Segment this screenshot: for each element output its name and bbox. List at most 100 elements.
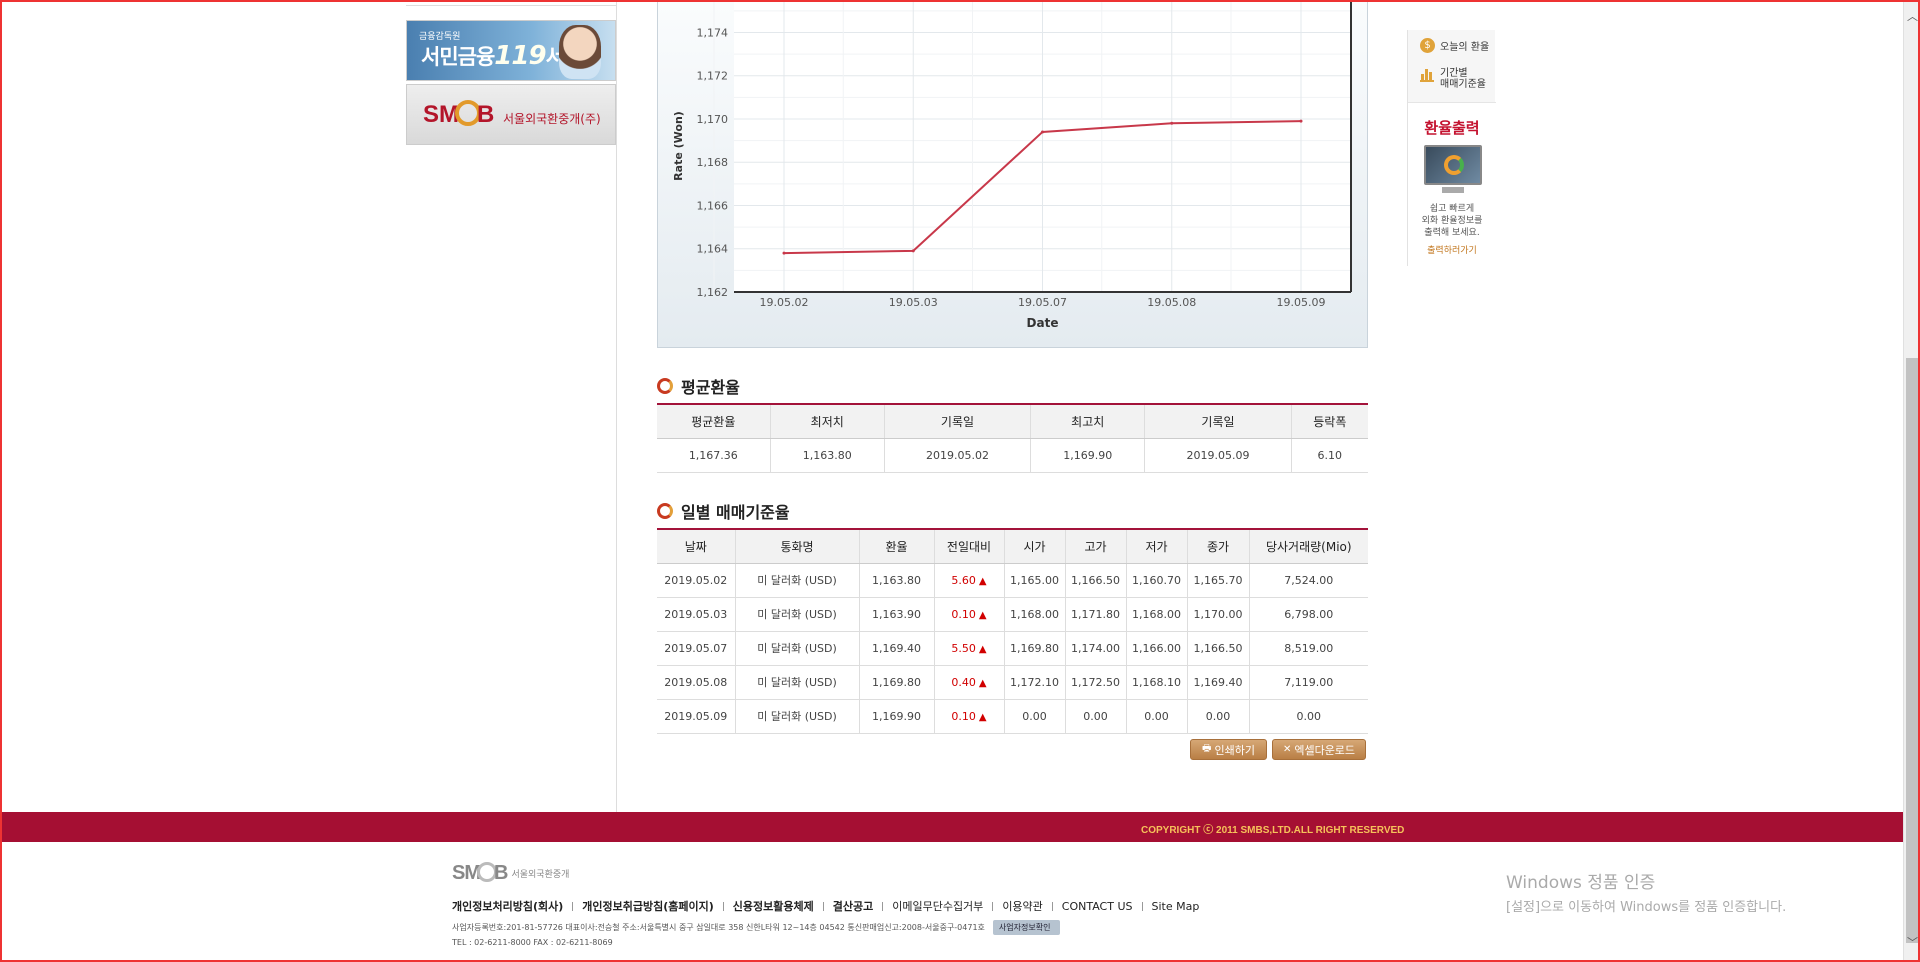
- table-cell: 1,166.00: [1125, 631, 1187, 666]
- copyright-bar: COPYRIGHT ⓒ 2011 SMBS,LTD.ALL RIGHT RESE…: [0, 812, 1920, 842]
- table-cell: 7,524.00: [1248, 563, 1368, 598]
- smb-banner[interactable]: SM B 서울외국환중개(주): [406, 84, 616, 145]
- rate-data-point: [1041, 130, 1044, 134]
- quick-menu: $ 오늘의 환율 기간별 매매기준율 환율출력 쉽고 빠르게 외화 환율정보를 출…: [1407, 30, 1496, 266]
- avg-rate-table: 평균환율 최저치 기록일 최고치 기록일 등락폭 1,167.36 1,163.80 2019…: [657, 403, 1368, 473]
- seomin-finance-119-banner[interactable]: 금융감독원 서민금융119서비스: [406, 20, 616, 81]
- table-cell: 0.00: [1125, 699, 1187, 734]
- table-cell: 2019.05.07: [657, 631, 735, 666]
- table-cell: 1,163.80: [858, 563, 934, 598]
- bar-chart-icon: [1420, 69, 1434, 82]
- table-cell: 1,163.90: [858, 597, 934, 632]
- change-cell: 0.40 ▲: [933, 665, 1004, 700]
- smb-logo: SM B: [423, 99, 495, 128]
- table-cell: 8,519.00: [1248, 631, 1368, 666]
- column-header: 최저치: [769, 403, 885, 439]
- table-cell: 1,166.50: [1064, 563, 1126, 598]
- footer-link[interactable]: 이용약관: [1002, 898, 1042, 914]
- table-cell: 1,174.00: [1064, 631, 1126, 666]
- scroll-up-icon[interactable]: ︿: [1904, 8, 1920, 25]
- excel-download-button[interactable]: ✕ 엑셀다운로드: [1272, 739, 1366, 760]
- change-value: 0.40: [951, 675, 976, 689]
- link-separator: [882, 901, 884, 911]
- x-tick-label: 19.05.02: [760, 296, 809, 309]
- table-row: 2019.05.09 미 달러화 (USD) 1,169.90 0.10 ▲ 0.00 0.…: [657, 699, 1368, 734]
- link-separator: [822, 901, 824, 911]
- rate-data-point: [911, 249, 915, 253]
- rate-print-promo[interactable]: 환율출력 쉽고 빠르게 외화 환율정보를 출력해 보세요. 출력하러가기: [1408, 102, 1496, 266]
- banner-person-image: [559, 25, 601, 79]
- change-cell: 0.10 ▲: [933, 597, 1004, 632]
- print-button[interactable]: 🖶 인쇄하기: [1190, 739, 1267, 760]
- page-scrollbar[interactable]: ︿ ﹀: [1903, 0, 1920, 962]
- table-cell: 1,169.80: [1003, 631, 1065, 666]
- y-tick-label: 1,164: [697, 243, 729, 256]
- up-arrow-icon: ▲: [978, 609, 987, 621]
- column-header: 종가: [1186, 528, 1249, 564]
- footer-link[interactable]: 신용정보활용체제: [733, 898, 814, 914]
- footer-link[interactable]: CONTACT US: [1062, 900, 1133, 913]
- table-cell: 0.00: [1186, 699, 1249, 734]
- table-cell: 0.00: [1003, 699, 1065, 734]
- table-cell: 2019.05.02: [657, 563, 735, 598]
- excel-icon: ✕: [1282, 744, 1292, 755]
- rate-data-point: [1299, 119, 1303, 123]
- table-cell: 1,172.10: [1003, 665, 1065, 700]
- footer-link[interactable]: 이메일무단수집거부: [892, 898, 983, 914]
- change-value: 0.10: [951, 709, 976, 723]
- table-cell: 1,168.10: [1125, 665, 1187, 700]
- table-cell: 7,119.00: [1248, 665, 1368, 700]
- table-cell: 6,798.00: [1248, 597, 1368, 632]
- table-cell: 1,169.90: [1030, 438, 1145, 473]
- footer-link[interactable]: Site Map: [1152, 900, 1200, 913]
- section-bullet-icon: [657, 378, 673, 394]
- column-header: 전일대비: [933, 528, 1004, 564]
- table-cell: 미 달러화 (USD): [734, 631, 859, 666]
- column-header: 고가: [1064, 528, 1126, 564]
- table-cell: 미 달러화 (USD): [734, 665, 859, 700]
- dollar-coin-icon: $: [1420, 38, 1435, 53]
- monitor-icon: [1424, 145, 1482, 193]
- table-cell: 2019.05.03: [657, 597, 735, 632]
- rate-data-point: [782, 251, 786, 255]
- column-header: 기록일: [1144, 403, 1292, 439]
- y-tick-label: 1,172: [697, 70, 729, 83]
- footer-link[interactable]: 결산공고: [833, 898, 873, 914]
- scroll-down-icon[interactable]: ﹀: [1904, 934, 1920, 951]
- table-cell: 2019.05.02: [883, 438, 1031, 473]
- copyright-text: COPYRIGHT ⓒ 2011 SMBS,LTD.ALL RIGHT RESE…: [1141, 825, 1405, 836]
- chart-svg: 1,162 1,164 1,166 1,168 1,170 1,172 1,174 19.05…: [672, 0, 1352, 330]
- table-row: 2019.05.07 미 달러화 (USD) 1,169.40 5.50 ▲ 1,169.…: [657, 631, 1368, 666]
- link-separator: [1141, 901, 1143, 911]
- sidebar-divider: [616, 0, 617, 812]
- table-cell: 1,163.80: [769, 438, 885, 473]
- quick-today-rate-link[interactable]: $ 오늘의 환율: [1420, 38, 1489, 53]
- link-separator: [722, 901, 724, 911]
- section-bullet-icon: [657, 503, 673, 519]
- x-tick-label: 19.05.09: [1277, 296, 1326, 309]
- quick-period-rate-link[interactable]: 기간별 매매기준율: [1420, 68, 1486, 90]
- smb-banner-text: 서울외국환중개(주): [503, 112, 601, 126]
- link-separator: [572, 901, 574, 911]
- biz-info-check-button[interactable]: 사업자정보확인: [992, 920, 1061, 935]
- table-cell: 1,170.00: [1186, 597, 1249, 632]
- change-cell: 5.50 ▲: [933, 631, 1004, 666]
- rate-print-link[interactable]: 출력하러가기: [1408, 243, 1496, 256]
- column-header: 환율: [858, 528, 934, 564]
- table-cell: 2019.05.08: [657, 665, 735, 700]
- column-header: 날짜: [657, 528, 735, 564]
- scroll-thumb[interactable]: [1906, 358, 1918, 943]
- change-cell: 5.60 ▲: [933, 563, 1004, 598]
- y-tick-label: 1,166: [697, 199, 729, 212]
- table-cell: 미 달러화 (USD): [734, 597, 859, 632]
- link-separator: [1051, 901, 1053, 911]
- column-header: 당사거래량(Mio): [1248, 528, 1368, 564]
- table-cell: 1,169.40: [858, 631, 934, 666]
- footer-link[interactable]: 개인정보처리방침(회사): [452, 898, 563, 914]
- rate-print-desc: 쉽고 빠르게 외화 환율정보를 출력해 보세요.: [1421, 204, 1483, 238]
- footer-logo: SM B 서울외국환중개: [452, 861, 570, 884]
- up-arrow-icon: ▲: [978, 677, 987, 689]
- footer-link[interactable]: 개인정보취급방침(홈페이지): [582, 898, 714, 914]
- footer-links: 개인정보처리방침(회사) 개인정보취급방침(홈페이지) 신용정보활용체제 결산공고 이메…: [452, 898, 1199, 914]
- avg-rate-section-title: 평균환율: [657, 375, 740, 397]
